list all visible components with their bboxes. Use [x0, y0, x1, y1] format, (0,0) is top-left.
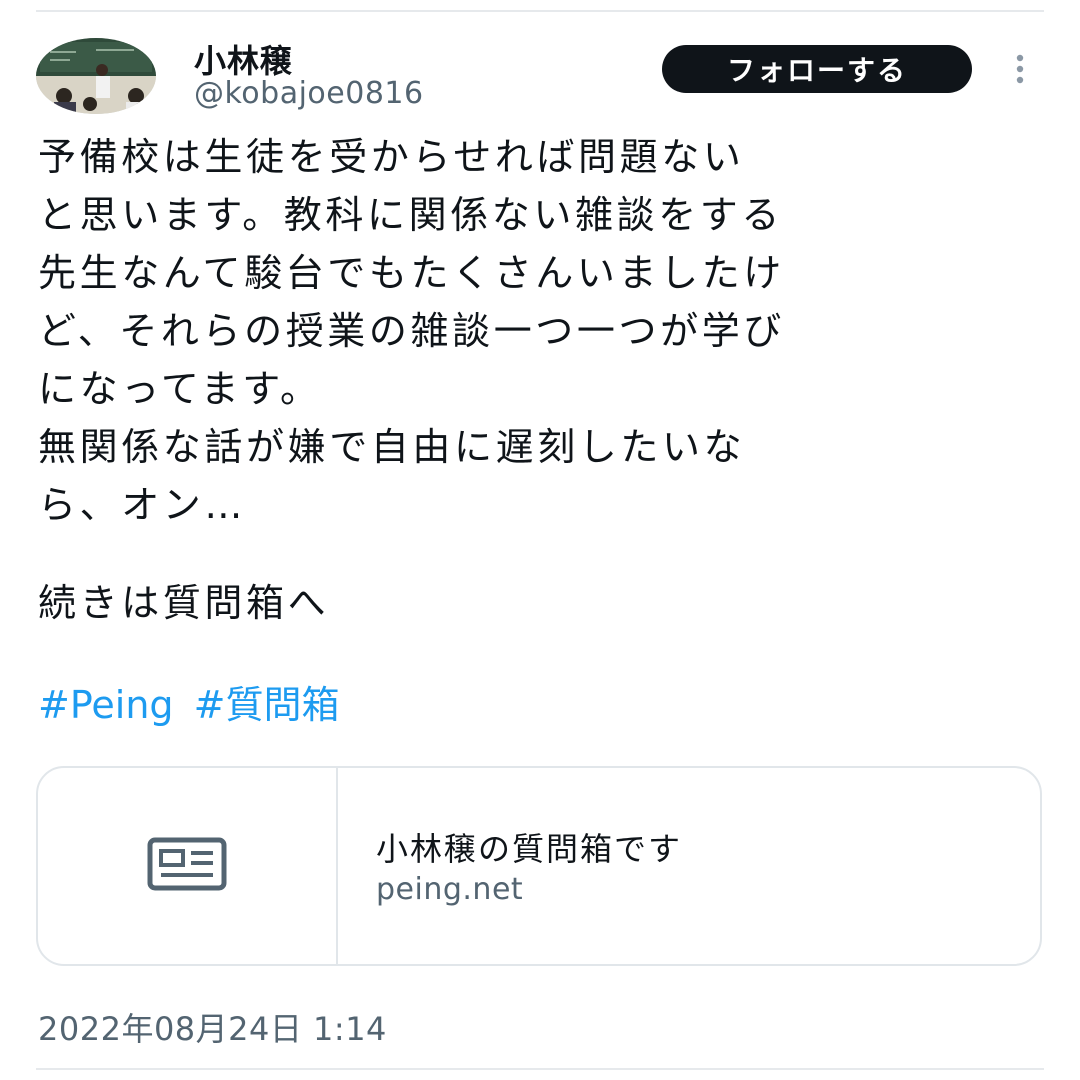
tweet-text: 予備校は生徒を受からせれば問題ない と思います。教科に関係ない雑談をする 先生な… [38, 128, 1038, 534]
tweet-text-line: ら、オン… [38, 483, 247, 527]
tweet-timestamp[interactable]: 2022年08月24日 1:14 [38, 1004, 387, 1050]
top-divider [36, 10, 1044, 12]
hashtag-peing[interactable]: #Peing [38, 683, 174, 727]
tweet-text-line: と思います。教科に関係ない雑談をする [38, 193, 784, 237]
tweet-text-line: ど、それらの授業の雑談一つ一つが学び [38, 309, 785, 353]
avatar-photo [36, 38, 156, 114]
tweet-text-line: になってます。 [38, 367, 322, 411]
follow-button[interactable]: フォローする [662, 45, 972, 93]
more-vertical-icon[interactable] [1004, 54, 1036, 84]
tweet-text-line: 先生なんて駿台でもたくさんいましたけ [38, 251, 785, 295]
tweet-text-line: 無関係な話が嫌で自由に遅刻したいな [38, 425, 746, 469]
tweet-text-line: 予備校は生徒を受からせれば問題ない [38, 135, 745, 179]
link-preview-card[interactable]: 小林穣の質問箱です peing.net [36, 766, 1042, 966]
link-card-domain: peing.net [376, 872, 524, 907]
link-card-thumbnail [38, 768, 338, 964]
article-icon [147, 837, 227, 895]
author-handle[interactable]: @kobajoe0816 [194, 76, 424, 111]
link-card-title: 小林穣の質問箱です [376, 830, 683, 868]
bottom-divider [36, 1068, 1044, 1070]
continue-text: 続きは質問箱へ [38, 581, 330, 625]
hashtag-row: #Peing #質問箱 [38, 676, 347, 734]
avatar[interactable] [36, 38, 156, 114]
hashtag-question-box[interactable]: #質問箱 [194, 683, 340, 727]
